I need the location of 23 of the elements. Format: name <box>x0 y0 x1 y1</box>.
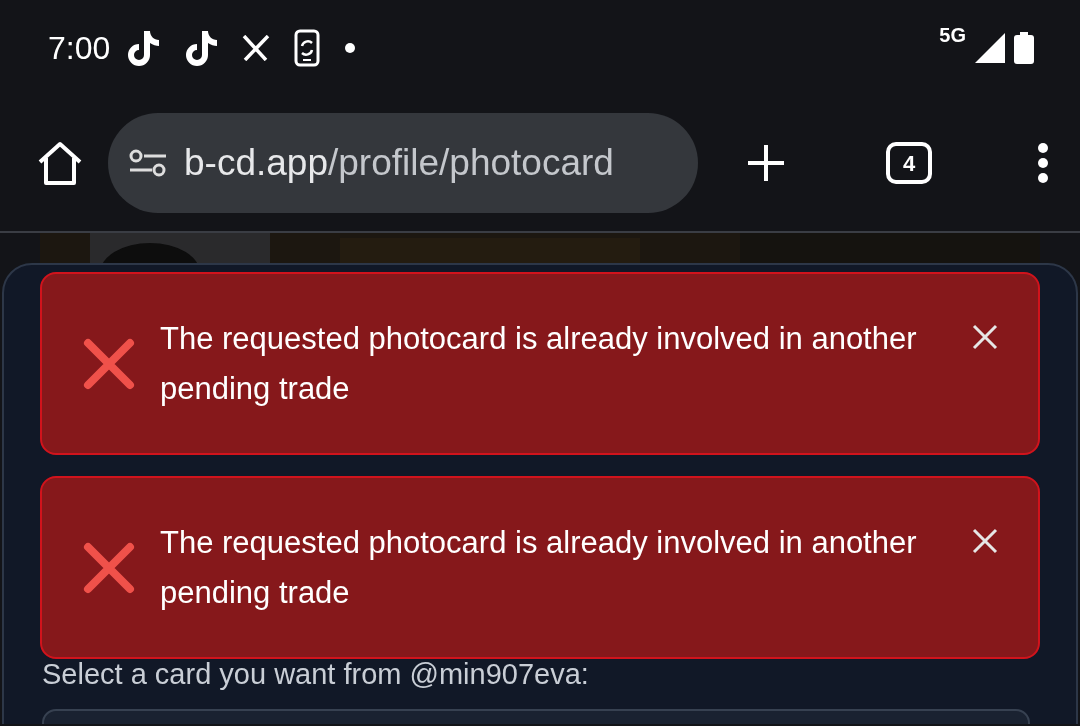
plus-icon[interactable] <box>746 143 786 183</box>
tune-icon[interactable] <box>128 148 168 178</box>
clock-time: 7:00 <box>48 28 111 68</box>
address-bar[interactable]: b-cd.app/profile/photocard <box>108 113 698 213</box>
dot-icon <box>344 41 357 54</box>
close-icon[interactable] <box>972 528 998 554</box>
battery-icon <box>1014 31 1034 64</box>
music-note-icon <box>184 28 219 67</box>
phone-sync-icon <box>294 28 321 67</box>
toast-message: The requested photocard is already involved in another pending trade <box>160 523 918 612</box>
error-cross-icon <box>82 540 136 595</box>
signal-icon <box>974 31 1006 64</box>
home-icon[interactable] <box>36 140 84 186</box>
menu-icon[interactable] <box>1036 142 1050 184</box>
toast-message: The requested photocard is already involved in another pending trade <box>160 319 918 408</box>
close-icon[interactable] <box>972 324 998 350</box>
music-note-icon <box>126 28 161 67</box>
error-cross-icon <box>82 336 136 391</box>
x-logo-icon <box>242 34 271 61</box>
network-type: 5G <box>939 22 966 48</box>
tab-count-button[interactable]: 4 <box>886 142 932 184</box>
url-text: b-cd.app/profile/photocard <box>184 141 614 186</box>
field-label: Select a card you want from @min907eva: <box>42 657 589 692</box>
